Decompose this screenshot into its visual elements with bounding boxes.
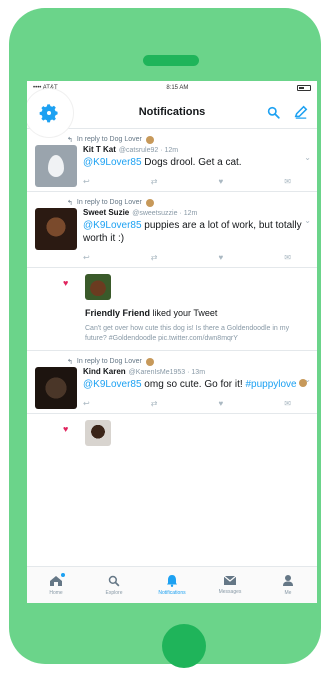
dm-icon[interactable]: ✉ — [284, 177, 291, 186]
reply-arrow-icon: ↰ — [67, 136, 73, 144]
avatar[interactable] — [85, 274, 111, 300]
new-content-dot — [61, 573, 65, 577]
like-icon[interactable]: ♥ — [219, 399, 224, 408]
mention-link[interactable]: @K9Lover85 — [83, 379, 142, 390]
person-icon — [283, 575, 293, 586]
tab-me[interactable]: Me — [259, 567, 317, 603]
author-handle: @sweetsuzzie · 12m — [132, 210, 198, 217]
liked-tweet-quote[interactable]: Can't get over how cute this dog is! Is … — [85, 324, 309, 344]
author-name[interactable]: Kit T Kat — [83, 145, 116, 154]
tweet-row[interactable]: ↰ In reply to Dog Lover Kit T Kat @catsr… — [27, 129, 317, 192]
reply-arrow-icon: ↰ — [67, 358, 73, 366]
clock-label: 8:15 AM — [166, 85, 189, 91]
tab-explore[interactable]: Explore — [85, 567, 143, 603]
compose-icon[interactable] — [293, 104, 309, 120]
tab-messages[interactable]: Messages — [201, 567, 259, 603]
tab-notifications[interactable]: Notifications — [143, 567, 201, 603]
author-handle: @catsrule92 · 12m — [118, 147, 179, 154]
search-icon[interactable] — [265, 104, 281, 120]
tweet-actions: ↩ ⇄ ♥ ✉ — [83, 251, 309, 263]
battery-icon — [297, 85, 311, 91]
envelope-icon — [223, 575, 237, 585]
tab-bar: Home Explore Notifications Messages Me — [27, 566, 317, 603]
notifications-feed[interactable]: ↰ In reply to Dog Lover Kit T Kat @catsr… — [27, 129, 317, 566]
author-handle: @KarenIsMe1953 · 13m — [128, 369, 206, 376]
phone-speaker — [143, 55, 199, 66]
like-icon[interactable]: ♥ — [219, 177, 224, 186]
search-icon — [108, 575, 120, 586]
author-name[interactable]: Kind Karen — [83, 367, 126, 376]
reply-icon[interactable]: ↩ — [83, 177, 90, 186]
page-title: Notifications — [138, 105, 206, 118]
reply-context: ↰ In reply to Dog Lover — [67, 197, 309, 208]
reply-context: ↰ In reply to Dog Lover — [67, 356, 309, 367]
mention-link[interactable]: @K9Lover85 — [83, 220, 142, 231]
avatar[interactable] — [35, 208, 77, 250]
dm-icon[interactable]: ✉ — [284, 399, 291, 408]
tweet-text: @K9Lover85 puppies are a lot of work, bu… — [83, 220, 302, 244]
dog-emoji-icon — [145, 135, 154, 144]
tweet-text: @K9Lover85 omg so cute. Go for it! #pupp… — [83, 378, 309, 391]
reply-icon[interactable]: ↩ — [83, 399, 90, 408]
mention-link[interactable]: @K9Lover85 — [83, 157, 142, 168]
tweet-row[interactable]: ↰ In reply to Dog Lover Sweet Suzie @swe… — [27, 192, 317, 268]
reply-context: ↰ In reply to Dog Lover — [67, 134, 309, 145]
like-icon[interactable]: ♥ — [219, 253, 224, 262]
tab-home[interactable]: Home — [27, 567, 85, 603]
tweet-actions: ↩ ⇄ ♥ ✉ — [83, 175, 309, 187]
reply-icon[interactable]: ↩ — [83, 253, 90, 262]
retweet-icon[interactable]: ⇄ — [151, 399, 158, 408]
chevron-down-icon[interactable]: ⌄ — [304, 216, 311, 225]
dog-emoji-icon — [145, 198, 154, 207]
retweet-icon[interactable]: ⇄ — [151, 253, 158, 262]
settings-button[interactable] — [27, 89, 73, 137]
gear-icon — [39, 104, 58, 123]
like-notification[interactable]: ♥ Friendly Friend liked your Tweet Can't… — [27, 268, 317, 351]
reply-arrow-icon: ↰ — [67, 199, 73, 207]
like-notification[interactable]: ♥ — [27, 414, 317, 454]
dm-icon[interactable]: ✉ — [284, 253, 291, 262]
bell-icon — [167, 575, 177, 587]
tweet-row[interactable]: ↰ In reply to Dog Lover Kind Karen @Kare… — [27, 351, 317, 414]
like-text: Friendly Friend liked your Tweet — [85, 308, 218, 318]
dog-emoji-icon — [145, 357, 154, 366]
heart-icon: ♥ — [63, 424, 69, 434]
tweet-actions: ↩ ⇄ ♥ ✉ — [83, 397, 309, 409]
tweet-text: @K9Lover85 Dogs drool. Get a cat. — [83, 157, 242, 168]
status-bar: •••• AT&T 8:15 AM — [27, 81, 317, 95]
app-screen: •••• AT&T 8:15 AM Notifications ↰ In rep… — [27, 81, 317, 603]
retweet-icon[interactable]: ⇄ — [151, 177, 158, 186]
avatar[interactable] — [85, 420, 111, 446]
phone-home-button[interactable] — [162, 624, 206, 668]
avatar[interactable] — [35, 145, 77, 187]
heart-icon: ♥ — [63, 278, 69, 288]
author-name[interactable]: Sweet Suzie — [83, 208, 129, 217]
chevron-down-icon[interactable]: ⌄ — [304, 153, 311, 162]
avatar[interactable] — [35, 367, 77, 409]
hashtag-link[interactable]: #puppylove — [245, 379, 296, 390]
chevron-down-icon[interactable]: ⌄ — [304, 375, 311, 384]
